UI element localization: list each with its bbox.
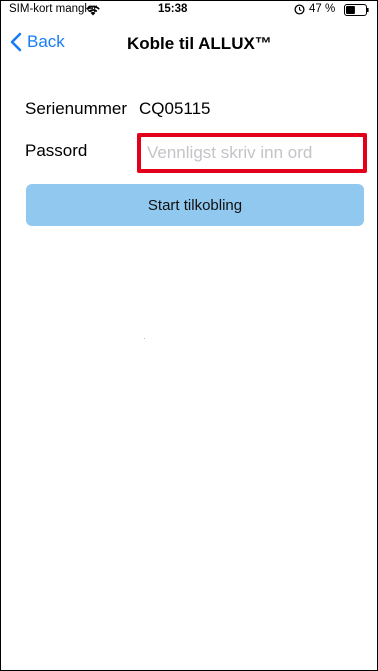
password-label: Passord [25, 141, 88, 160]
battery-percent: 47 % [309, 3, 336, 15]
serial-number-label: Serienummer [25, 99, 128, 118]
app-screen: SIM-kort mangler 15:38 47 % Back Koble t… [0, 0, 378, 671]
navigation-bar: Back Koble til ALLUX™ [1, 21, 377, 61]
status-bar: SIM-kort mangler 15:38 47 % [1, 1, 377, 21]
start-connection-button[interactable]: Start tilkobling [26, 184, 364, 226]
alarm-icon [294, 4, 305, 15]
password-field[interactable] [137, 133, 367, 173]
stray-pixel [144, 338, 145, 339]
serial-number-value: CQ05115 [139, 99, 211, 118]
back-label: Back [27, 32, 65, 51]
battery-icon [344, 4, 369, 16]
back-button[interactable]: Back [10, 32, 65, 52]
page-title: Koble til ALLUX™ [127, 34, 272, 53]
status-time: 15:38 [158, 3, 188, 15]
chevron-left-icon [10, 32, 22, 52]
carrier-label: SIM-kort mangler [9, 3, 98, 15]
wifi-icon [86, 5, 100, 16]
